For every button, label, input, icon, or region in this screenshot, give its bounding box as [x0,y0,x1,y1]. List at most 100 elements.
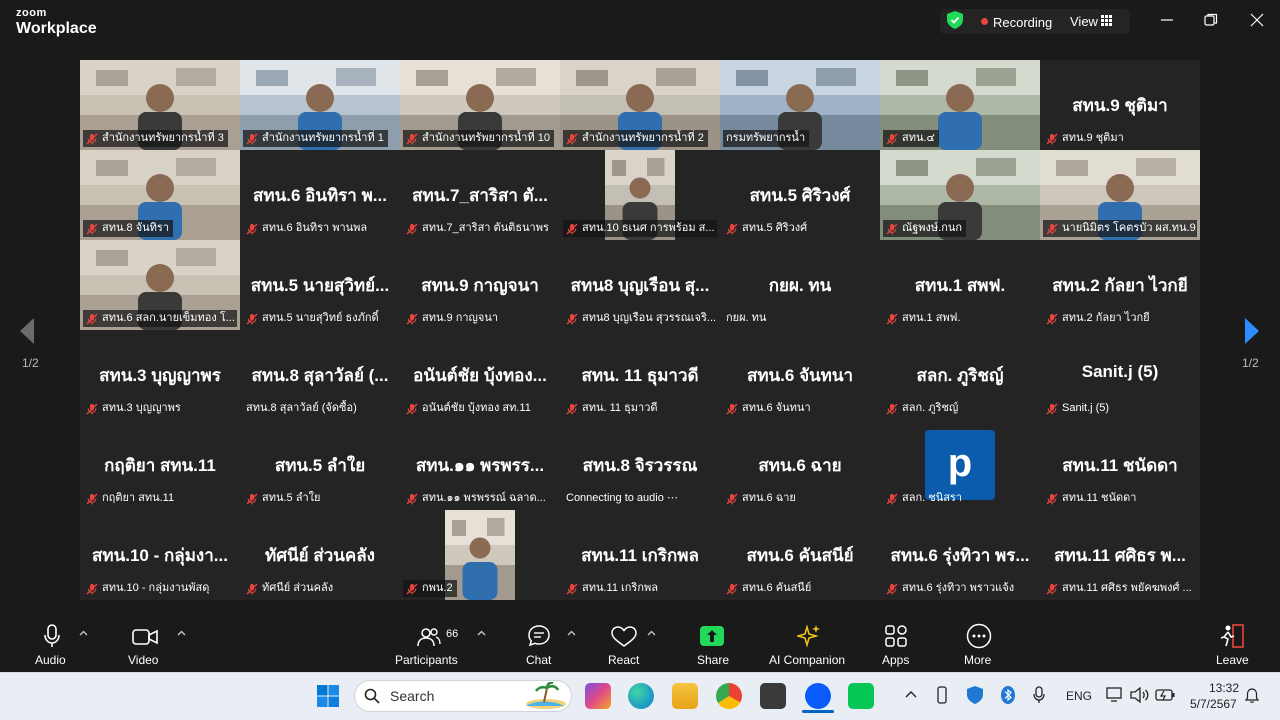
microphone-icon[interactable] [43,624,61,648]
input-language-indicator[interactable]: ENG [1066,689,1092,703]
participant-tile[interactable]: สลก. ภูริชญ์ สลก. ภูริชญ์ [880,330,1040,420]
apps-button[interactable]: Apps [882,653,909,667]
react-button[interactable]: React [608,653,639,667]
clock-date[interactable]: 5/7/2567 [1190,697,1237,711]
participant-tile[interactable]: กยผ. ทน กยผ. ทน [720,240,880,330]
participant-tile[interactable]: สทน. 11 ธุมาวดี สทน. 11 ธุมาวดี [560,330,720,420]
react-heart-icon[interactable] [611,626,637,648]
more-button[interactable]: More [964,653,991,667]
participant-tile[interactable]: สทน.9 ชุติมา สทน.9 ชุติมา [1040,60,1200,150]
battery-charging-icon[interactable] [1155,688,1175,702]
bluetooth-icon[interactable] [1001,686,1015,704]
muted-microphone-icon [86,313,98,324]
view-button[interactable]: View [1070,14,1098,29]
participant-tile[interactable]: กพน.2 [400,510,560,600]
ai-companion-sparkle-icon[interactable] [797,624,821,648]
participant-tile[interactable]: สทน.11 ชนัดดา สทน.11 ชนัดดา [1040,420,1200,510]
participant-tile[interactable]: กรมทรัพยากรน้ำ [720,60,880,150]
participant-tile[interactable]: สทน.1 สพฟ. สทน.1 สพฟ. [880,240,1040,330]
participant-tile[interactable]: สำนักงานทรัพยากรน้ำที่ 3 [80,60,240,150]
participant-tile[interactable]: สทน.9 กาญจนา สทน.9 กาญจนา [400,240,560,330]
share-button[interactable]: Share [697,653,729,667]
more-options-icon[interactable] [966,623,992,649]
participant-tile[interactable]: สทน.6 ฉาย สทน.6 ฉาย [720,420,880,510]
close-icon[interactable] [1249,12,1265,28]
muted-microphone-icon [1046,493,1058,504]
audio-button[interactable]: Audio [35,653,66,667]
participant-tile[interactable]: สทน.๔ [880,60,1040,150]
chat-options-chevron-icon[interactable] [567,630,576,636]
notification-bell-icon[interactable] [1244,688,1260,704]
zoom-app-icon[interactable] [805,683,831,709]
copilot-app-icon[interactable] [585,683,611,709]
participant-tile[interactable]: สทน.7_สาริสา ตั... สทน.7_สาริสา ตันติธนาพ… [400,150,560,240]
participant-tile[interactable]: สทน.10 ธเนศ การพร้อม ส... [560,150,720,240]
video-camera-icon[interactable] [132,627,158,647]
participant-tile[interactable]: สทน.11 เกริกพล สทน.11 เกริกพล [560,510,720,600]
participant-tile[interactable]: p สลก. ชนิสรา [880,420,1040,510]
participant-tile[interactable]: สทน.6 จันทนา สทน.6 จันทนา [720,330,880,420]
react-options-chevron-icon[interactable] [647,630,656,636]
participant-tile[interactable]: สทน.2 กัลยา ไวกยี สทน.2 กัลยา ไวกยี [1040,240,1200,330]
apps-icon[interactable] [884,624,908,648]
clock-time[interactable]: 13:32 [1209,681,1239,695]
participant-tile[interactable]: อนันต์ชัย บุ้งทอง... อนันต์ชัย บุ้งทอง สท… [400,330,560,420]
defender-shield-icon[interactable] [967,686,983,704]
participant-tile[interactable]: สำนักงานทรัพยากรน้ำที่ 2 [560,60,720,150]
participant-tile[interactable]: สำนักงานทรัพยากรน้ำที่ 1 [240,60,400,150]
security-shield-icon[interactable] [947,11,963,29]
participant-tile[interactable]: สทน.๑๑ พรพรร... สทน.๑๑ พรพรรณ์ ฉลาด... [400,420,560,510]
recording-label[interactable]: Recording [993,15,1052,30]
leave-meeting-icon[interactable] [1219,624,1245,648]
tray-overflow-chevron-icon[interactable] [905,690,917,698]
file-explorer-icon[interactable] [672,683,698,709]
usb-device-icon[interactable] [936,686,948,704]
participant-tile[interactable]: สทน.6 อินทิรา พ... สทน.6 อินทิรา พานพล [240,150,400,240]
chat-bubble-icon[interactable] [527,624,551,648]
participants-options-chevron-icon[interactable] [477,630,486,636]
share-screen-icon[interactable] [700,626,724,646]
participant-tile[interactable]: สทน.6 สลก.นายเข็มทอง โ... [80,240,240,330]
participant-tile[interactable]: สทน.5 ศิริวงศ์ สทน.5 ศิริวงศ์ [720,150,880,240]
participant-tile[interactable]: ทัศนีย์ ส่วนคลัง ทัศนีย์ ส่วนคลัง [240,510,400,600]
grid-view-icon[interactable] [1101,15,1112,26]
edge-browser-icon[interactable] [628,683,654,709]
participant-tile[interactable]: กฤติยา สทน.11 กฤติยา สทน.11 [80,420,240,510]
chat-button[interactable]: Chat [526,653,551,667]
participant-tile[interactable]: สทน.6 คันสนีย์ สทน.6 คันสนีย์ [720,510,880,600]
participant-tile[interactable]: สทน.8 จันทิรา [80,150,240,240]
camera-app-icon[interactable] [760,683,786,709]
chrome-browser-icon[interactable] [716,683,742,709]
participant-tile[interactable]: สทน.8 สุลาวัลย์ (... สทน.8 สุลาวัลย์ (จัด… [240,330,400,420]
network-display-icon[interactable] [1106,687,1124,703]
participants-icon[interactable] [417,626,441,648]
participant-tile[interactable]: สทน8 บุญเรือน สุ... สทน8 บุญเรือน สุวรรณเ… [560,240,720,330]
participant-tile[interactable]: สทน.10 - กลุ่มงา... สทน.10 - กลุ่มงานพัสด… [80,510,240,600]
participant-tile[interactable]: สทน.6 รุ่งทิวา พร... สทน.6 รุ่งทิวา พราวแ… [880,510,1040,600]
participant-tile[interactable]: สทน.8 จิรวรรณ Connecting to audio ⋯ [560,420,720,510]
participant-tile[interactable]: สทน.3 บุญญาพร สทน.3 บุญญาพร [80,330,240,420]
participants-button[interactable]: Participants [395,653,458,667]
next-page-arrow-icon[interactable] [1245,318,1259,344]
participant-tile[interactable]: สทน.5 นายสุวิทย์... สทน.5 นายสุวิทย์ ธงภั… [240,240,400,330]
line-app-icon[interactable] [848,683,874,709]
windows-start-icon[interactable] [316,684,340,708]
participant-tile[interactable]: ณัฐพงษ์.กนก [880,150,1040,240]
participant-tile[interactable]: Sanit.j (5) Sanit.j (5) [1040,330,1200,420]
participant-tile[interactable]: สำนักงานทรัพยากรน้ำที่ 10 [400,60,560,150]
leave-button[interactable]: Leave [1216,653,1249,667]
audio-options-chevron-icon[interactable] [79,630,88,636]
video-options-chevron-icon[interactable] [177,630,186,636]
previous-page-arrow-icon[interactable] [20,318,34,344]
microphone-tray-icon[interactable] [1033,686,1045,704]
participant-tile[interactable]: นายนิมิตร โคตรบัว ผส.ทน.9 [1040,150,1200,240]
minimize-icon[interactable] [1159,12,1175,28]
participant-tile[interactable]: สทน.11 ศศิธร พ... สทน.11 ศศิธร พยัคฆพงศ์ … [1040,510,1200,600]
page-indicator-left: 1/2 [22,356,39,370]
volume-icon[interactable] [1130,687,1150,703]
participant-tile[interactable]: สทน.5 ลำใย สทน.5 ลำใย [240,420,400,510]
participant-display-name: กฤติยา สทน.11 [104,456,216,475]
video-button[interactable]: Video [128,653,158,667]
restore-icon[interactable] [1203,12,1219,28]
ai-companion-button[interactable]: AI Companion [769,653,845,667]
